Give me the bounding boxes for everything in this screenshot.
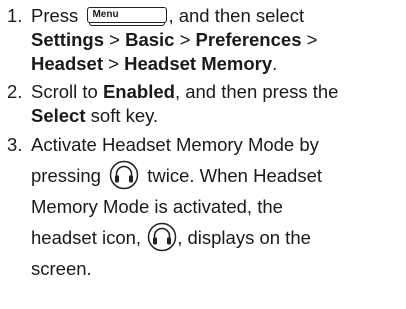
menu-path-headset: Headset (31, 53, 103, 74)
step-number: 1. (7, 5, 23, 26)
menu-path-headset-memory: Headset Memory (124, 53, 273, 74)
select-soft-key: Select (31, 105, 86, 126)
step-text: , and then press the (174, 81, 339, 102)
path-separator: > (109, 29, 120, 50)
step-1: 1. Press Menu, and then select Settings … (6, 4, 402, 76)
step-text: , displays on the (177, 227, 311, 248)
step-3: 3. Activate Headset Memory Mode by press… (6, 129, 402, 284)
menu-key-icon: Menu (87, 7, 168, 26)
step-text: Memory Mode is activated, the (31, 196, 283, 217)
menu-path-preferences: Preferences (195, 29, 302, 50)
step-text: twice. When Headset (147, 165, 323, 186)
instruction-steps: 1. Press Menu, and then select Settings … (6, 4, 402, 288)
step-number: 2. (7, 81, 23, 102)
menu-key-label: Menu (92, 9, 119, 20)
step-text: Scroll to (31, 81, 98, 102)
step-text: , and then select (168, 5, 305, 26)
path-separator: > (108, 53, 119, 74)
step-2: 2. Scroll to Enabled, and then press the… (6, 80, 402, 128)
step-text: Press (31, 5, 79, 26)
step-text: soft key. (90, 105, 159, 126)
step-text: Activate Headset Memory Mode by (31, 134, 319, 155)
step-text: screen. (31, 258, 92, 279)
step-text: pressing (31, 165, 101, 186)
path-separator: > (306, 29, 318, 50)
step-text: . (272, 53, 278, 74)
option-enabled: Enabled (102, 81, 175, 102)
headset-icon (109, 160, 139, 190)
path-separator: > (179, 29, 191, 50)
step-text: headset icon, (31, 227, 142, 248)
menu-path-basic: Basic (125, 29, 175, 50)
step-number: 3. (7, 134, 23, 155)
headset-icon (147, 222, 177, 252)
menu-path-settings: Settings (31, 29, 104, 50)
